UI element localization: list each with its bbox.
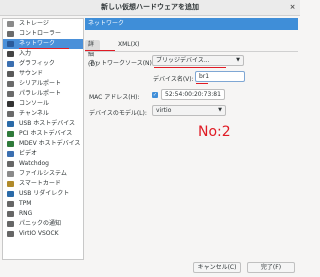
sidebar-item[interactable]: コントローラー [3, 29, 83, 39]
network-source-value: ブリッジデバイス... [156, 57, 210, 64]
smartcard-icon [7, 181, 14, 187]
sidebar-item[interactable]: ストレージ [3, 19, 83, 29]
sidebar-item[interactable]: ビデオ [3, 149, 83, 159]
sidebar-item[interactable]: グラフィック [3, 59, 83, 69]
sidebar-item[interactable]: コンソール [3, 99, 83, 109]
page-title: ネットワーク [85, 18, 298, 30]
tpm-icon [7, 201, 14, 207]
sidebar-item[interactable]: USB リダイレクト [3, 189, 83, 199]
finish-button[interactable]: 完了(F) [247, 262, 295, 273]
sidebar-item-label: チャンネル [19, 110, 49, 117]
pci-icon [7, 131, 14, 137]
sidebar-item-label: ファイルシステム [19, 170, 67, 177]
sidebar-item-label: RNG [19, 210, 33, 217]
video-icon [7, 151, 14, 157]
sidebar-item-label: コントローラー [19, 30, 62, 37]
sidebar-item-label: コンソール [19, 100, 50, 107]
device-name-input[interactable]: br1 [195, 71, 245, 82]
sidebar-item[interactable]: VirtIO VSOCK [3, 229, 83, 239]
rng-icon [7, 211, 14, 217]
device-model-value: virtio [156, 107, 172, 114]
sidebar-item-label: ネットワーク [19, 40, 56, 47]
sidebar-item[interactable]: サウンド [3, 69, 83, 79]
channel-icon [7, 111, 14, 117]
chevron-down-icon: ▼ [236, 57, 240, 63]
serial-icon [7, 81, 14, 87]
sidebar-item[interactable]: パニックの通知 [3, 219, 83, 229]
tab-xml[interactable]: XML(X) [115, 40, 142, 50]
sidebar-item[interactable]: Watchdog [3, 159, 83, 169]
sidebar-item[interactable]: チャンネル [3, 109, 83, 119]
sidebar-item-label: ビデオ [19, 150, 38, 157]
window-title: 新しい仮想ハードウェアを追加 [101, 3, 199, 11]
input-icon [7, 51, 14, 57]
controller-icon [7, 31, 14, 37]
sidebar-item-label: サウンド [19, 70, 44, 77]
sidebar-item-label: MDEV ホストデバイス [19, 140, 81, 147]
cancel-button[interactable]: キャンセル(C) [193, 262, 241, 273]
usb-icon [7, 121, 14, 127]
parallel-icon [7, 91, 14, 97]
source-underline [154, 67, 226, 68]
storage-icon [7, 21, 14, 27]
device-model-label: デバイスのモデル(L): [89, 110, 147, 117]
sidebar-item-label: シリアルポート [19, 80, 61, 87]
tab-details[interactable]: 詳細(D) [85, 40, 101, 68]
sidebar-item[interactable]: PCI ホストデバイス [3, 129, 83, 139]
usb-redirect-icon [7, 191, 14, 197]
watchdog-icon [7, 161, 14, 167]
network-source-combo[interactable]: ブリッジデバイス... ▼ [152, 55, 244, 66]
device-name-label: デバイス名(V): [153, 76, 194, 83]
sidebar-item[interactable]: USB ホストデバイス [3, 119, 83, 129]
sidebar-item[interactable]: 入力 [3, 49, 83, 59]
tab-separator [85, 51, 298, 52]
panic-icon [7, 221, 14, 227]
graphics-icon [7, 61, 14, 67]
main-panel: ネットワーク 詳細(D) XML(X) ネットワークソース(N): ブリッジデバ… [85, 18, 298, 258]
sidebar-item[interactable]: スマートカード [3, 179, 83, 189]
annotation-text: No:2 [198, 124, 231, 140]
window-titlebar: 新しい仮想ハードウェアを追加 × [0, 0, 300, 16]
mac-address-label: MAC アドレス(H): [89, 94, 140, 101]
vsock-icon [7, 231, 14, 237]
sidebar-item[interactable]: ファイルシステム [3, 169, 83, 179]
sidebar-item[interactable]: MDEV ホストデバイス [3, 139, 83, 149]
sidebar-item[interactable]: パラレルポート [3, 89, 83, 99]
sound-icon [7, 71, 14, 77]
sidebar-item-label: パニックの通知 [19, 220, 62, 227]
sidebar-item-label: USB リダイレクト [19, 190, 70, 197]
sidebar-item-label: Watchdog [19, 160, 49, 167]
filesystem-icon [7, 171, 14, 177]
sidebar-item-label: パラレルポート [19, 90, 62, 97]
sidebar-item[interactable]: ネットワーク [3, 39, 83, 49]
sidebar-item-label: 入力 [19, 50, 32, 57]
device-model-combo[interactable]: virtio ▼ [152, 105, 226, 116]
sidebar-item-label: グラフィック [19, 60, 55, 67]
mac-address-input[interactable]: 52:54:00:20:73:81 [161, 89, 225, 100]
sidebar-item-label: VirtIO VSOCK [19, 230, 59, 237]
sidebar-item[interactable]: TPM [3, 199, 83, 209]
sidebar-item-label: ストレージ [19, 20, 49, 27]
network-icon [7, 41, 14, 47]
sidebar-item[interactable]: RNG [3, 209, 83, 219]
device-name-underline [196, 83, 208, 84]
sidebar-item-label: TPM [19, 200, 32, 207]
console-icon [7, 101, 14, 107]
sidebar-item-label: USB ホストデバイス [19, 120, 76, 127]
sidebar-item[interactable]: シリアルポート [3, 79, 83, 89]
network-source-label: ネットワークソース(N): [89, 60, 154, 67]
sidebar-item-label: PCI ホストデバイス [19, 130, 73, 137]
chevron-down-icon: ▼ [218, 107, 222, 113]
close-icon[interactable]: × [288, 3, 297, 12]
mac-checkbox[interactable]: ✓ [152, 92, 158, 98]
mdev-icon [7, 141, 14, 147]
sidebar-item-label: スマートカード [19, 180, 61, 187]
hardware-type-list[interactable]: ストレージコントローラー ネットワーク 入力グラフィック サウンドシリアルポート パラレ… [2, 18, 84, 260]
